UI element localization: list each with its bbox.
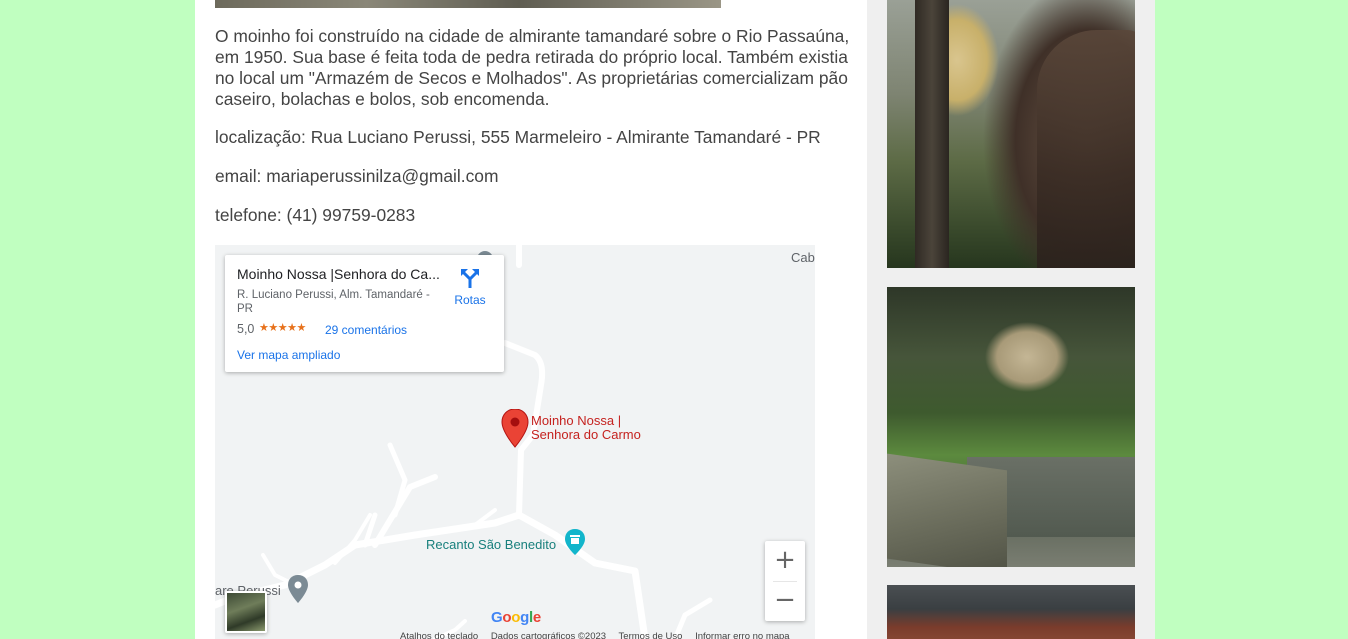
reviews-link[interactable]: 29 comentários bbox=[325, 323, 407, 337]
map-data-text: Dados cartográficos ©2023 bbox=[490, 631, 607, 639]
photo-roof[interactable] bbox=[887, 585, 1135, 639]
terms-link[interactable]: Termos de Uso bbox=[619, 631, 683, 639]
zoom-controls: + − bbox=[765, 541, 805, 621]
place-title: Moinho Nossa |Senhora do Ca... bbox=[237, 266, 440, 282]
tree-trunk bbox=[915, 0, 949, 268]
map-label-cab: Cab bbox=[791, 250, 815, 265]
main-content: O moinho foi construído na cidade de alm… bbox=[195, 0, 867, 639]
rating-stars-icon: ★★★★★ bbox=[259, 322, 306, 334]
place-address: R. Luciano Perussi, Alm. Tamandaré - PR bbox=[237, 289, 430, 315]
directions-label: Rotas bbox=[454, 293, 486, 307]
embedded-google-map[interactable]: Moinho Nossa |Senhora do Ca... R. Lucian… bbox=[215, 245, 815, 639]
place-info-card: Moinho Nossa |Senhora do Ca... R. Lucian… bbox=[225, 255, 504, 372]
stone-base bbox=[887, 453, 1007, 567]
location-text: localização: Rua Luciano Perussi, 555 Ma… bbox=[215, 127, 821, 147]
attraction-poi-icon[interactable] bbox=[564, 529, 586, 560]
email-text: email: mariaperussinilza@gmail.com bbox=[215, 166, 499, 186]
zoom-out-button[interactable]: − bbox=[765, 581, 805, 621]
google-logo: Google bbox=[491, 609, 541, 626]
directions-button[interactable]: Rotas bbox=[450, 267, 490, 307]
zoom-in-button[interactable]: + bbox=[765, 541, 805, 581]
description-paragraph: O moinho foi construído na cidade de alm… bbox=[215, 26, 850, 109]
person-silhouette bbox=[1037, 30, 1135, 268]
photo-mill-and-stream[interactable] bbox=[887, 287, 1135, 567]
sidebar-photos bbox=[867, 0, 1155, 639]
map-attribution: Atalhos do teclado Dados cartográficos ©… bbox=[400, 631, 800, 639]
directions-icon bbox=[461, 269, 479, 288]
photo-house-and-person[interactable] bbox=[887, 0, 1135, 268]
map-poi-gray-icon[interactable] bbox=[287, 575, 309, 608]
article-photo-bottom-edge bbox=[215, 0, 721, 8]
view-larger-map-link[interactable]: Ver mapa ampliado bbox=[237, 348, 340, 362]
map-label-recanto[interactable]: Recanto São Benedito bbox=[426, 538, 556, 552]
report-error-link[interactable]: Informar erro no mapa bbox=[695, 631, 790, 639]
satellite-layer-toggle[interactable] bbox=[225, 591, 267, 633]
place-rating: 5,0 bbox=[237, 322, 255, 336]
keyboard-shortcuts-link[interactable]: Atalhos do teclado bbox=[400, 631, 478, 639]
main-place-label[interactable]: Moinho Nossa | Senhora do Carmo bbox=[531, 414, 641, 442]
map-pin-icon[interactable] bbox=[501, 408, 529, 454]
phone-text: telefone: (41) 99759-0283 bbox=[215, 205, 416, 225]
